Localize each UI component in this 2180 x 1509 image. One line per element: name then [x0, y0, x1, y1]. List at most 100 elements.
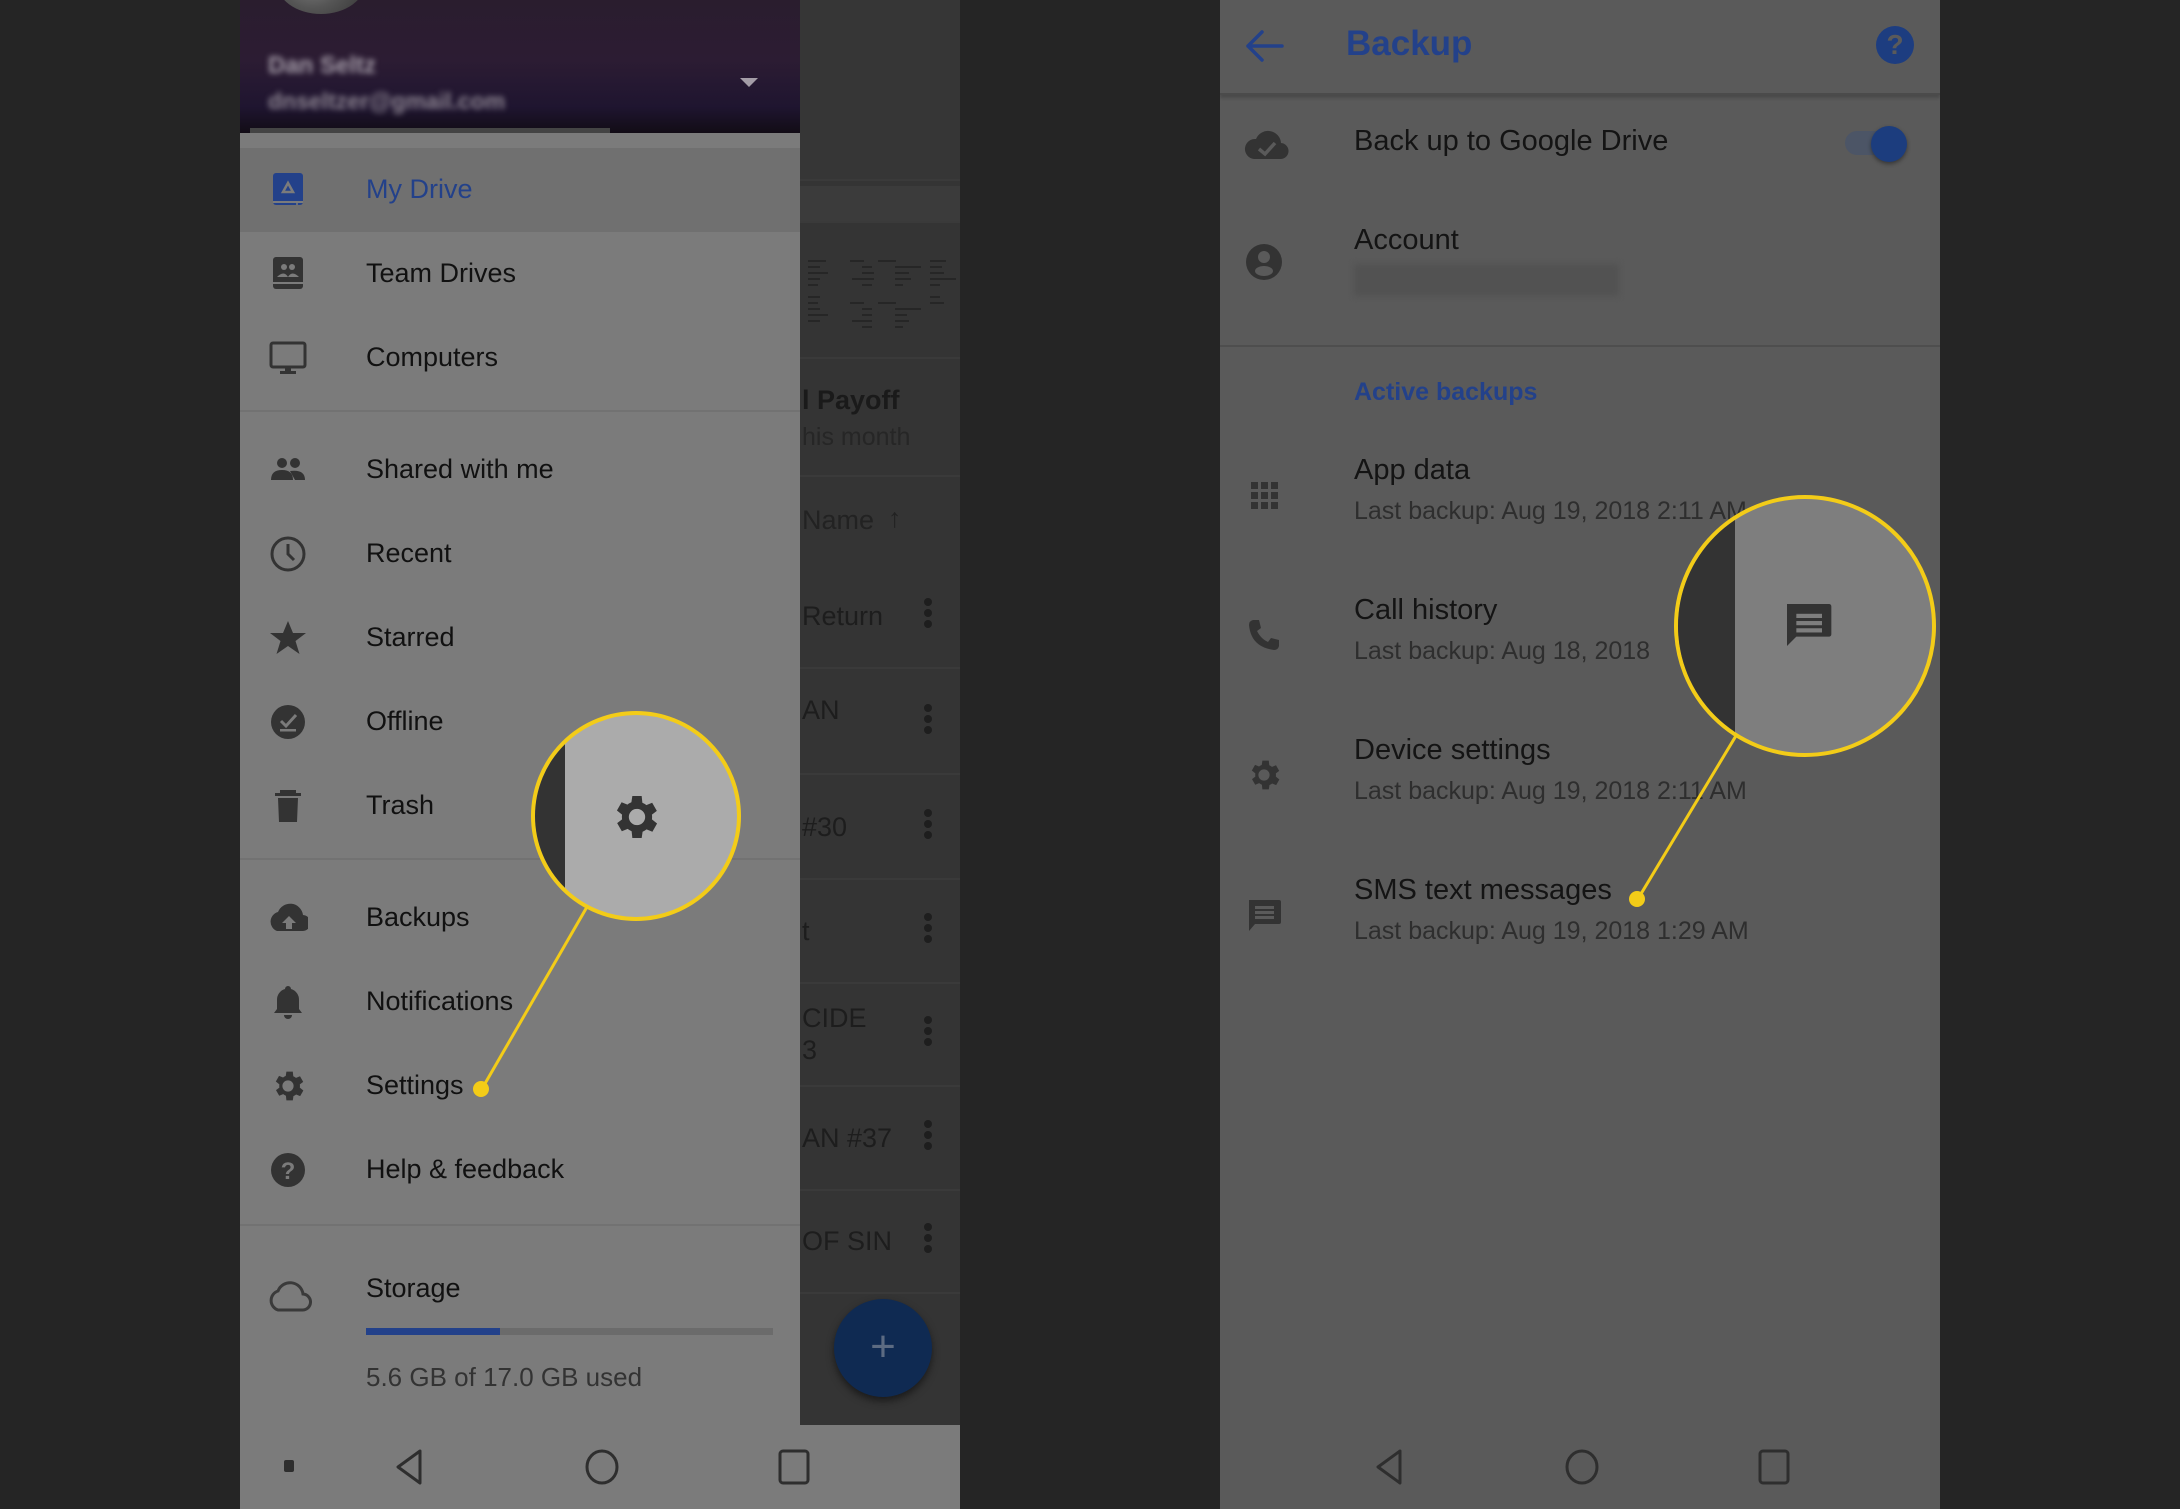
right-phone-screen: Backup ? Back up to Google Drive Account…: [1220, 0, 1940, 1509]
settings-callout-dot: [473, 1081, 489, 1097]
nav-back-icon[interactable]: [392, 1447, 428, 1487]
cloud-outline-icon: [269, 1281, 312, 1312]
gear-icon: [616, 796, 658, 838]
nav-recents-icon[interactable]: [776, 1447, 812, 1487]
arrow-back-icon[interactable]: [1242, 26, 1286, 66]
storage-used-text: 5.6 GB of 17.0 GB used: [366, 1362, 643, 1392]
file-list-item[interactable]: t: [800, 882, 960, 984]
callout-drawer-edge: [535, 715, 565, 917]
navigation-drawer: Dan Seltz dnseltzer@gmail.com My Drive Te…: [240, 0, 800, 1425]
nav-recents-icon[interactable]: [1756, 1447, 1792, 1487]
file-name: 3: [802, 1035, 818, 1065]
file-name: OF SIN: [802, 1226, 893, 1256]
drawer-account-header[interactable]: Dan Seltz dnseltzer@gmail.com: [240, 0, 800, 133]
computer-icon: [269, 341, 307, 374]
file-name: AN: [802, 695, 840, 725]
backup-item-subtitle: Last backup: Aug 19, 2018 1:29 AM: [1354, 917, 1749, 945]
system-navigation-bar: [1220, 1425, 1940, 1509]
drawer-item-label: Help & feedback: [366, 1154, 565, 1184]
backup-item-title: App data: [1354, 454, 1471, 486]
backup-item-subtitle: Last backup: Aug 19, 2018 2:11 AM: [1354, 777, 1747, 805]
account-circle-icon: [1246, 244, 1282, 280]
more-options-icon[interactable]: [924, 1220, 932, 1256]
more-options-icon[interactable]: [924, 806, 932, 842]
sort-header[interactable]: Name ↑: [800, 475, 960, 567]
cloud-upload-icon: [270, 903, 308, 932]
more-options-icon[interactable]: [924, 701, 932, 737]
file-list-item[interactable]: OF SIN: [800, 1192, 960, 1294]
backup-to-drive-row[interactable]: Back up to Google Drive: [1220, 95, 1940, 195]
gear-icon: [1251, 760, 1280, 790]
nav-home-icon[interactable]: [584, 1447, 620, 1487]
settings-callout-magnifier: [531, 711, 741, 921]
new-file-fab[interactable]: +: [834, 1299, 932, 1397]
drawer-item-label: Settings: [366, 1070, 464, 1100]
backup-item-title: SMS text messages: [1354, 874, 1612, 906]
header-underline: [250, 128, 610, 133]
trash-icon: [275, 790, 301, 822]
phone-icon: [1249, 620, 1279, 650]
team-drives-icon: [273, 257, 303, 289]
help-icon: ?: [271, 1153, 305, 1187]
drawer-item-notifications[interactable]: Notifications: [240, 960, 800, 1044]
drawer-item-settings[interactable]: Settings: [240, 1044, 800, 1128]
storage-progress-fill: [366, 1328, 500, 1335]
quick-access-title: l Payoff: [802, 385, 900, 415]
drawer-item-label: Computers: [366, 342, 499, 372]
drawer-item-my-drive[interactable]: My Drive: [240, 148, 800, 232]
drawer-item-starred[interactable]: Starred: [240, 596, 800, 680]
nav-home-icon[interactable]: [1564, 1447, 1600, 1487]
more-options-icon[interactable]: [924, 595, 932, 631]
file-list-item[interactable]: AN: [800, 673, 960, 775]
account-dropdown-icon[interactable]: [740, 78, 758, 87]
file-name: Return: [802, 601, 884, 631]
avatar[interactable]: [276, 0, 366, 14]
quick-access-card[interactable]: l Payoff his month: [800, 357, 960, 477]
backup-to-drive-label: Back up to Google Drive: [1354, 125, 1669, 157]
backup-item-sms-text-messages[interactable]: SMS text messages Last backup: Aug 19, 20…: [1220, 865, 1940, 985]
svg-text:?: ?: [281, 1158, 296, 1185]
storage-label: Storage: [366, 1273, 461, 1303]
backup-item-title: Device settings: [1354, 734, 1551, 766]
more-options-icon[interactable]: [924, 910, 932, 946]
toggle-thumb: [1871, 126, 1907, 162]
file-list-item[interactable]: #30: [800, 778, 960, 880]
account-email: dnseltzer@gmail.com: [268, 88, 506, 114]
drawer-item-label: Starred: [366, 622, 455, 652]
drawer-item-shared-with-me[interactable]: Shared with me: [240, 428, 800, 512]
drawer-item-team-drives[interactable]: Team Drives: [240, 232, 800, 316]
more-options-icon[interactable]: [924, 1013, 932, 1049]
offline-icon: [271, 705, 305, 739]
drawer-item-label: Offline: [366, 706, 444, 736]
drawer-item-computers[interactable]: Computers: [240, 316, 800, 400]
divider: [240, 410, 800, 412]
file-name: t: [802, 916, 810, 946]
account-label: Account: [1354, 224, 1459, 256]
message-icon: [1787, 604, 1832, 646]
drawer-item-backups[interactable]: Backups: [240, 876, 800, 960]
drive-file-list-background: l Payoff his month Name ↑ Return AN #30 t CI…: [800, 0, 960, 1425]
file-list-item[interactable]: CIDE 3: [800, 985, 960, 1087]
file-name: #30: [802, 812, 848, 842]
clock-icon: [270, 536, 306, 572]
backup-toggle[interactable]: [1845, 126, 1909, 162]
message-icon: [1249, 900, 1281, 931]
file-list-item[interactable]: Return: [800, 567, 960, 669]
apps-grid-icon: [1251, 482, 1278, 509]
drawer-item-recent[interactable]: Recent: [240, 512, 800, 596]
nav-back-icon[interactable]: [1372, 1447, 1408, 1487]
quick-access-subtitle: his month: [802, 423, 911, 451]
cloud-done-icon: [1244, 130, 1289, 160]
divider: [1220, 345, 1940, 347]
drawer-item-label: My Drive: [366, 174, 473, 204]
sort-label: Name: [802, 505, 875, 535]
gear-icon: [275, 1071, 304, 1101]
drawer-item-help-feedback[interactable]: ? Help & feedback: [240, 1128, 800, 1212]
file-list-item[interactable]: AN #37: [800, 1089, 960, 1191]
background-toolbar: [800, 0, 960, 95]
help-icon[interactable]: ?: [1876, 26, 1914, 64]
quick-access-thumbnail[interactable]: [800, 222, 960, 359]
more-options-icon[interactable]: [924, 1117, 932, 1153]
file-name: CIDE: [802, 1003, 867, 1033]
account-email-redacted: [1354, 264, 1619, 296]
